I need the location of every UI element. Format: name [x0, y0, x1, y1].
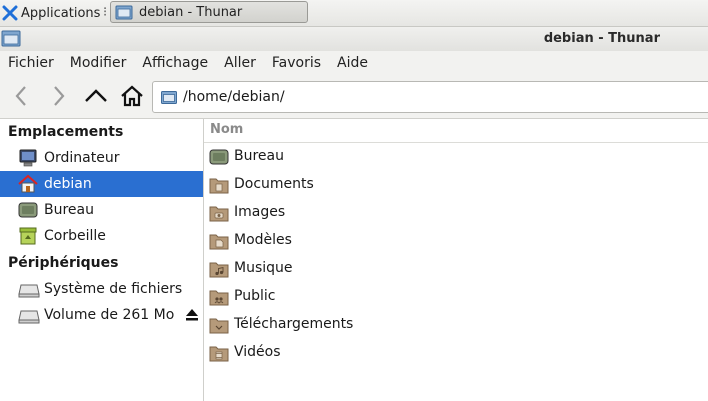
parent-folder-button[interactable] [84, 84, 108, 108]
menu-aller[interactable]: Aller [216, 55, 264, 71]
file-row-telechargements[interactable]: Téléchargements [204, 312, 708, 338]
sidebar-item-volume[interactable]: Volume de 261 Mo [0, 302, 203, 328]
sidebar-item-label: Ordinateur [44, 150, 120, 166]
location-path: /home/debian/ [183, 89, 285, 105]
home-icon [18, 174, 38, 194]
sidebar: Emplacements Ordinateur debian Bureau Co… [0, 119, 204, 401]
file-name: Images [234, 204, 286, 220]
file-row-modeles[interactable]: Modèles [204, 228, 708, 254]
menu-favoris[interactable]: Favoris [264, 55, 329, 71]
trash-icon [18, 226, 38, 246]
file-name: Public [234, 288, 276, 304]
menu-affichage[interactable]: Affichage [134, 55, 216, 71]
sidebar-item-debian[interactable]: debian [0, 171, 203, 197]
file-row-bureau[interactable]: Bureau [204, 144, 708, 170]
folder-window-icon [115, 4, 133, 20]
sidebar-item-ordinateur[interactable]: Ordinateur [0, 145, 203, 171]
downloads-folder-icon [209, 316, 229, 334]
devices-heading: Périphériques [8, 255, 119, 271]
xfce-logo-icon [2, 5, 18, 21]
menu-aide[interactable]: Aide [329, 55, 376, 71]
file-list: Nom Bureau Documents Images Modèles Musi… [204, 119, 708, 401]
file-name: Téléchargements [234, 316, 354, 332]
forward-button[interactable] [46, 84, 70, 108]
public-folder-icon [209, 288, 229, 306]
sidebar-item-label: Bureau [44, 202, 94, 218]
file-name: Documents [234, 176, 314, 192]
file-name: Bureau [234, 148, 284, 164]
home-button[interactable] [120, 84, 144, 108]
drive-icon [18, 305, 40, 325]
pictures-folder-icon [209, 204, 229, 222]
documents-folder-icon [209, 176, 229, 194]
taskbar-window-button[interactable]: debian - Thunar [110, 1, 308, 23]
sidebar-item-label: Système de fichiers [44, 281, 183, 297]
file-name: Musique [234, 260, 293, 276]
drive-icon [18, 279, 40, 299]
top-panel: Applications ⁝ debian - Thunar [0, 0, 708, 27]
column-header-name[interactable]: Nom [204, 119, 708, 143]
desktop-folder-icon [209, 148, 229, 166]
applications-menu-button[interactable]: Applications [2, 3, 100, 23]
applications-label: Applications [21, 5, 101, 21]
menubar: Fichier Modifier Affichage Aller Favoris… [0, 51, 708, 75]
chevron-up-icon [84, 86, 108, 106]
places-heading: Emplacements [8, 124, 124, 140]
back-button[interactable] [10, 84, 34, 108]
file-row-musique[interactable]: Musique [204, 256, 708, 282]
menu-fichier[interactable]: Fichier [0, 55, 62, 71]
home-icon [120, 85, 144, 107]
file-row-documents[interactable]: Documents [204, 172, 708, 198]
column-header-label: Nom [210, 122, 244, 137]
desktop-icon [18, 200, 38, 220]
eject-icon[interactable] [185, 308, 199, 322]
templates-folder-icon [209, 232, 229, 250]
file-row-videos[interactable]: Vidéos [204, 340, 708, 366]
sidebar-item-label: Corbeille [44, 228, 106, 244]
sidebar-item-label: Volume de 261 Mo [44, 307, 175, 323]
window-menu-icon[interactable] [1, 29, 21, 47]
sidebar-item-bureau[interactable]: Bureau [0, 197, 203, 223]
videos-folder-icon [209, 344, 229, 362]
taskbar-window-label: debian - Thunar [139, 4, 243, 20]
sidebar-item-systeme-de-fichiers[interactable]: Système de fichiers [0, 276, 203, 302]
window-titlebar[interactable]: debian - Thunar [0, 27, 708, 51]
file-row-public[interactable]: Public [204, 284, 708, 310]
location-bar[interactable]: /home/debian/ [152, 81, 708, 113]
menu-modifier[interactable]: Modifier [62, 55, 135, 71]
file-row-images[interactable]: Images [204, 200, 708, 226]
window-title: debian - Thunar [543, 31, 660, 46]
file-name: Modèles [234, 232, 292, 248]
computer-icon [18, 148, 38, 168]
chevron-right-icon [48, 85, 68, 107]
chevron-left-icon [12, 85, 32, 107]
music-folder-icon [209, 260, 229, 278]
panel-separator: ⁝ [103, 5, 108, 20]
toolbar: /home/debian/ [0, 75, 708, 119]
sidebar-item-corbeille[interactable]: Corbeille [0, 223, 203, 249]
file-name: Vidéos [234, 344, 281, 360]
sidebar-item-label: debian [44, 176, 92, 192]
folder-location-icon [161, 90, 177, 104]
